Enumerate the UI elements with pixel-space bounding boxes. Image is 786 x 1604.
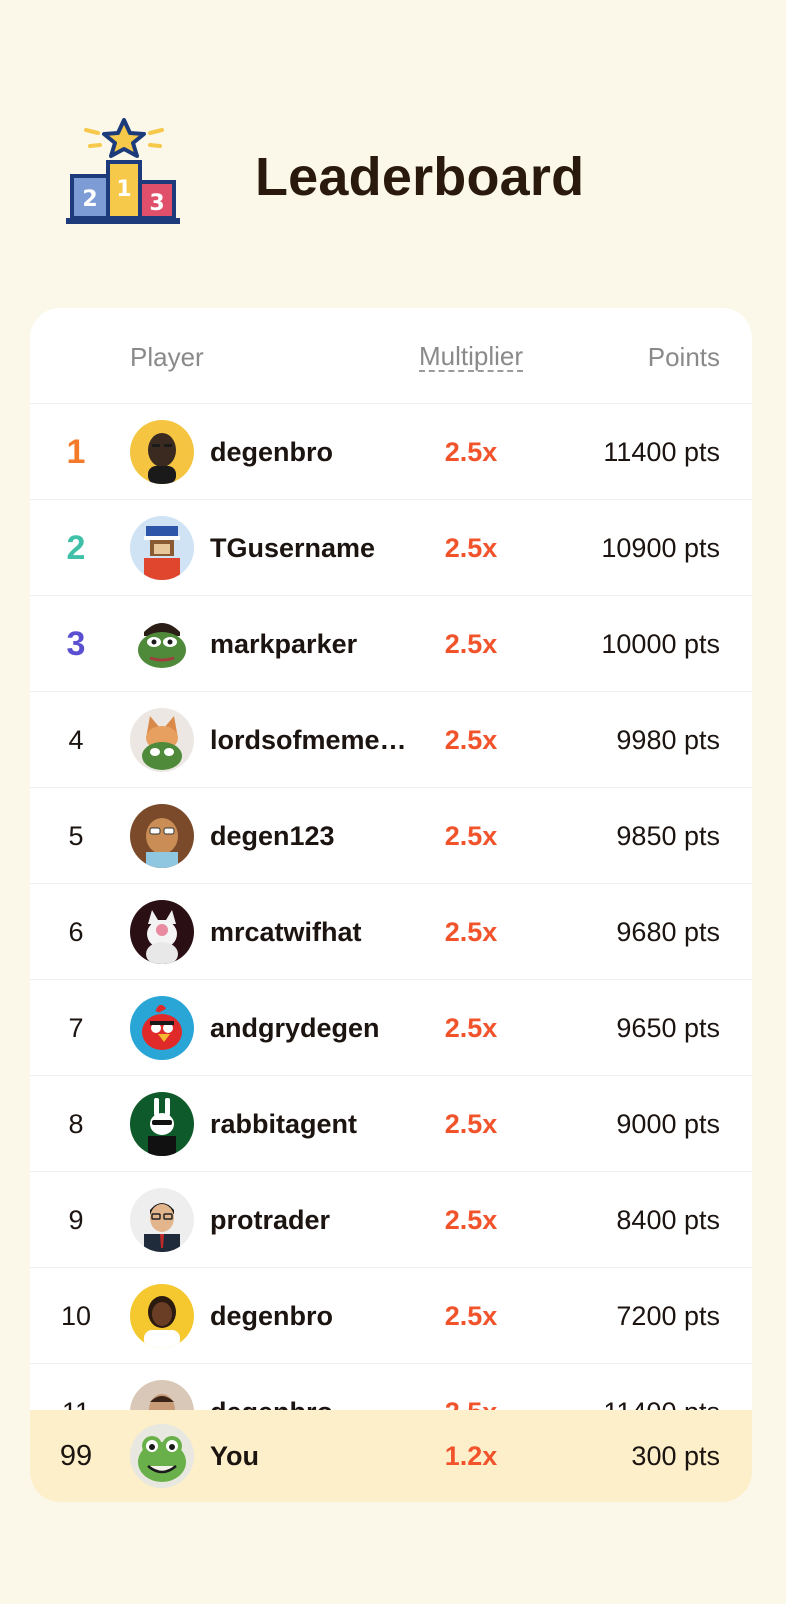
table-row[interactable]: 8 rabbitagent 2.5x 9000 pts [30, 1076, 752, 1172]
rank-number: 6 [68, 916, 84, 947]
multiplier-value: 2.5x [444, 1300, 498, 1331]
multiplier-value: 2.5x [444, 820, 498, 851]
player-name: rabbitagent [210, 1108, 358, 1139]
table-row[interactable]: 5 degen123 2.5x 9850 pts [30, 788, 752, 884]
points-value: 10900 pts [601, 532, 720, 563]
player-name: degen123 [210, 820, 335, 851]
rank-number: 5 [68, 820, 84, 851]
player-name: TGusername [210, 532, 376, 563]
page-title: Leaderboard [255, 147, 585, 207]
table-row[interactable]: 7 andgrydegen 2.5x 9650 pts [30, 980, 752, 1076]
table-row[interactable]: 6 mrcatwifhat 2.5x 9680 pts [30, 884, 752, 980]
rank-number: 2 [66, 528, 86, 567]
rank-number: 1 [66, 432, 86, 471]
player-column-header: Player [130, 342, 204, 372]
multiplier-value: 2.5x [444, 916, 498, 947]
multiplier-value: 2.5x [444, 1204, 498, 1235]
avatar [130, 612, 194, 676]
player-name: degenbro [210, 1300, 334, 1331]
points-value: 9680 pts [616, 916, 720, 947]
current-user-row[interactable]: 99 You 1.2x 300 pts [30, 1410, 752, 1502]
multiplier-column-header[interactable]: Multiplier [419, 342, 524, 372]
avatar [130, 708, 194, 772]
points-value: 9650 pts [616, 1012, 720, 1043]
table-row[interactable]: 2 TGusername 2.5x 10900 pts [30, 500, 752, 596]
rank-number: 7 [68, 1012, 84, 1043]
multiplier-value: 2.5x [444, 628, 498, 659]
player-name: mrcatwifhat [210, 916, 362, 947]
player-name: markparker [210, 628, 358, 659]
leaderboard-rows[interactable]: 1 degenbro 2.5x 11400 pts 2 TGusername 2… [30, 404, 752, 1460]
multiplier-value: 2.5x [444, 1012, 498, 1043]
points-value: 11400 pts [603, 436, 720, 467]
points-column-header: Points [647, 342, 720, 372]
svg-text:3: 3 [149, 191, 164, 216]
svg-text:1: 1 [116, 177, 131, 202]
multiplier-value: 1.2x [444, 1440, 498, 1471]
multiplier-value: 2.5x [444, 532, 498, 563]
avatar [130, 1092, 194, 1156]
rank-number: 3 [66, 624, 86, 663]
points-value: 9850 pts [616, 820, 720, 851]
player-name: degenbro [210, 436, 334, 467]
rank-number: 8 [68, 1108, 84, 1139]
rank-number: 10 [60, 1300, 92, 1331]
avatar [130, 1188, 194, 1252]
player-name: protrader [210, 1204, 331, 1235]
svg-text:2: 2 [82, 187, 97, 212]
table-row[interactable]: 4 lordsofmeme… 2.5x 9980 pts [30, 692, 752, 788]
player-name: andgrydegen [210, 1012, 380, 1043]
multiplier-value: 2.5x [444, 724, 498, 755]
avatar [130, 1284, 194, 1348]
multiplier-value: 2.5x [444, 436, 498, 467]
player-name: You [210, 1440, 259, 1471]
avatar [130, 420, 194, 484]
table-row[interactable]: 9 protrader 2.5x 8400 pts [30, 1172, 752, 1268]
points-value: 300 pts [631, 1440, 720, 1471]
rank-number: 4 [68, 724, 84, 755]
points-value: 9980 pts [616, 724, 720, 755]
avatar [130, 996, 194, 1060]
table-row[interactable]: 10 degenbro 2.5x 7200 pts [30, 1268, 752, 1364]
points-value: 8400 pts [616, 1204, 720, 1235]
podium-trophy-icon: 1 2 3 [64, 118, 186, 230]
table-row[interactable]: 1 degenbro 2.5x 11400 pts [30, 404, 752, 500]
rank-number: 9 [68, 1204, 84, 1235]
player-name: lordsofmeme… [210, 724, 407, 755]
avatar [130, 516, 194, 580]
table-row[interactable]: 3 markparker 2.5x 10000 pts [30, 596, 752, 692]
points-value: 9000 pts [616, 1108, 720, 1139]
avatar [130, 804, 194, 868]
avatar [130, 1424, 194, 1488]
leaderboard-table[interactable]: Player Multiplier Points 1 degenbro 2.5x… [30, 308, 752, 1502]
points-value: 7200 pts [616, 1300, 720, 1331]
page-header: 1 2 3 Leaderboard [0, 0, 786, 300]
avatar [130, 900, 194, 964]
multiplier-value: 2.5x [444, 1108, 498, 1139]
table-header: Player Multiplier Points [30, 308, 752, 404]
rank-number: 99 [59, 1439, 93, 1472]
points-value: 10000 pts [601, 628, 720, 659]
